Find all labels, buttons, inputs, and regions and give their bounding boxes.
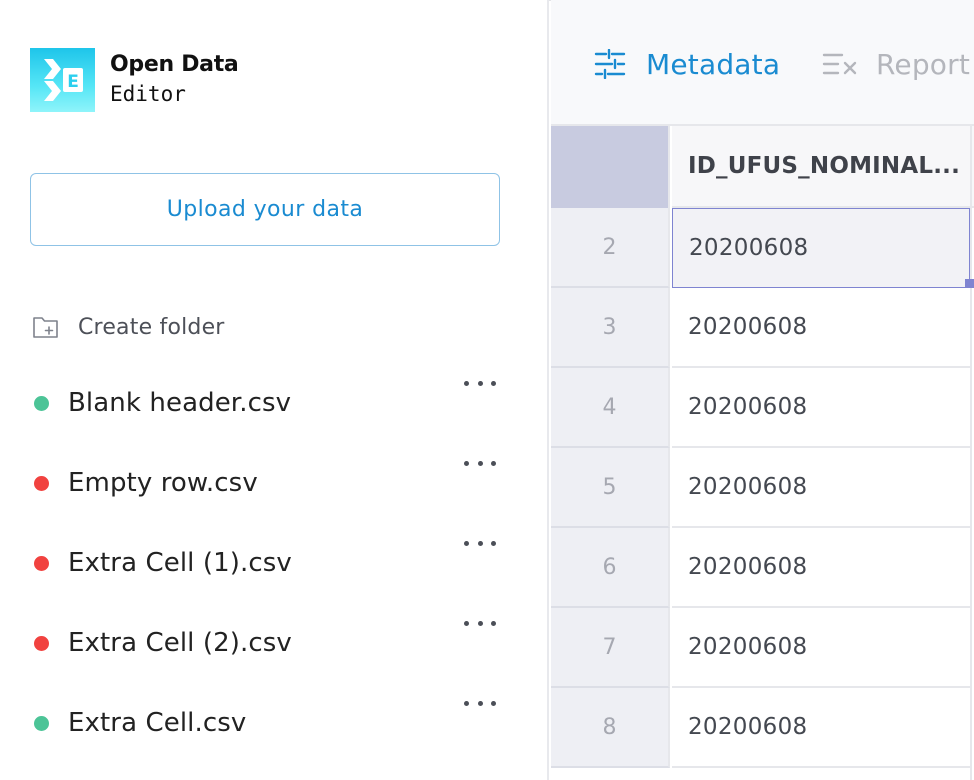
- status-dot-valid: [34, 395, 49, 411]
- table-row: 4 20200608: [551, 368, 974, 448]
- row-number[interactable]: 6: [551, 528, 670, 608]
- file-name: Extra Cell (2).csv: [68, 628, 292, 658]
- file-item-extra-cell-2[interactable]: Extra Cell (2).csv: [34, 620, 504, 663]
- sliders-icon: [594, 49, 626, 79]
- table-row: 2 20200608: [551, 208, 974, 288]
- main-panel: Metadata Report ID_UFUS_NOMINAL... 2 202…: [551, 0, 974, 780]
- tab-metadata-label: Metadata: [646, 47, 781, 81]
- app-title: Open Data: [110, 52, 239, 77]
- table-cell-selected[interactable]: 20200608: [672, 208, 970, 288]
- more-options-icon[interactable]: [464, 453, 496, 473]
- folder-plus-icon: [33, 317, 58, 338]
- status-dot-error: [34, 555, 49, 571]
- tab-bar: Metadata Report: [551, 0, 974, 126]
- table-cell[interactable]: 20200608: [672, 368, 970, 448]
- table-row: 5 20200608: [551, 448, 974, 528]
- file-item-extra-cell-1[interactable]: Extra Cell (1).csv: [34, 540, 504, 583]
- table-row: 8 20200608: [551, 688, 974, 768]
- row-number[interactable]: 2: [551, 208, 670, 288]
- tab-metadata[interactable]: Metadata: [594, 44, 780, 84]
- file-name: Empty row.csv: [68, 468, 258, 498]
- row-number[interactable]: 3: [551, 288, 670, 368]
- table-cell[interactable]: 20200608: [672, 688, 970, 768]
- table-cell[interactable]: 20200608: [672, 448, 970, 528]
- row-number[interactable]: 7: [551, 608, 670, 688]
- column-header-label: ID_UFUS_NOMINAL...: [688, 153, 961, 179]
- more-options-icon[interactable]: [464, 533, 496, 553]
- status-dot-error: [34, 635, 49, 651]
- more-options-icon[interactable]: [464, 613, 496, 633]
- row-number[interactable]: 5: [551, 448, 670, 528]
- tab-report-label: Report: [876, 47, 971, 81]
- app-subtitle: Editor: [110, 82, 186, 106]
- create-folder-button[interactable]: Create folder: [32, 310, 225, 344]
- app-logo-icon: E: [30, 48, 95, 112]
- column-header[interactable]: ID_UFUS_NOMINAL...: [672, 126, 974, 208]
- table-cell[interactable]: 20200608: [672, 528, 970, 608]
- svg-text:E: E: [67, 72, 79, 92]
- data-grid: ID_UFUS_NOMINAL... 2 20200608 3 20200608…: [551, 126, 974, 780]
- file-name: Extra Cell (1).csv: [68, 548, 292, 578]
- table-row: 3 20200608: [551, 288, 974, 368]
- selection-fill-handle[interactable]: [965, 279, 974, 288]
- grid-corner-cell[interactable]: [551, 126, 670, 208]
- file-name: Blank header.csv: [68, 388, 292, 418]
- table-cell[interactable]: 20200608: [672, 608, 970, 688]
- table-row: 7 20200608: [551, 608, 974, 688]
- status-dot-error: [34, 475, 49, 491]
- app-window: E Open Data Editor Upload your data Crea…: [0, 0, 974, 780]
- create-folder-label: Create folder: [78, 314, 225, 340]
- file-item-extra-cell[interactable]: Extra Cell.csv: [34, 700, 504, 743]
- table-cell[interactable]: 20200608: [672, 288, 970, 368]
- file-item-empty-row[interactable]: Empty row.csv: [34, 460, 504, 503]
- row-number[interactable]: 8: [551, 688, 670, 768]
- file-item-blank-header[interactable]: Blank header.csv: [34, 380, 504, 423]
- row-number[interactable]: 4: [551, 368, 670, 448]
- upload-data-button[interactable]: Upload your data: [30, 173, 500, 246]
- sidebar: E Open Data Editor Upload your data Crea…: [0, 0, 549, 780]
- table-row: 6 20200608: [551, 528, 974, 608]
- list-check-icon: [822, 53, 857, 75]
- more-options-icon[interactable]: [464, 693, 496, 713]
- file-name: Extra Cell.csv: [68, 708, 247, 738]
- tab-report[interactable]: Report: [822, 44, 970, 84]
- more-options-icon[interactable]: [464, 373, 496, 393]
- status-dot-valid: [34, 715, 49, 731]
- column-divider: [970, 126, 972, 780]
